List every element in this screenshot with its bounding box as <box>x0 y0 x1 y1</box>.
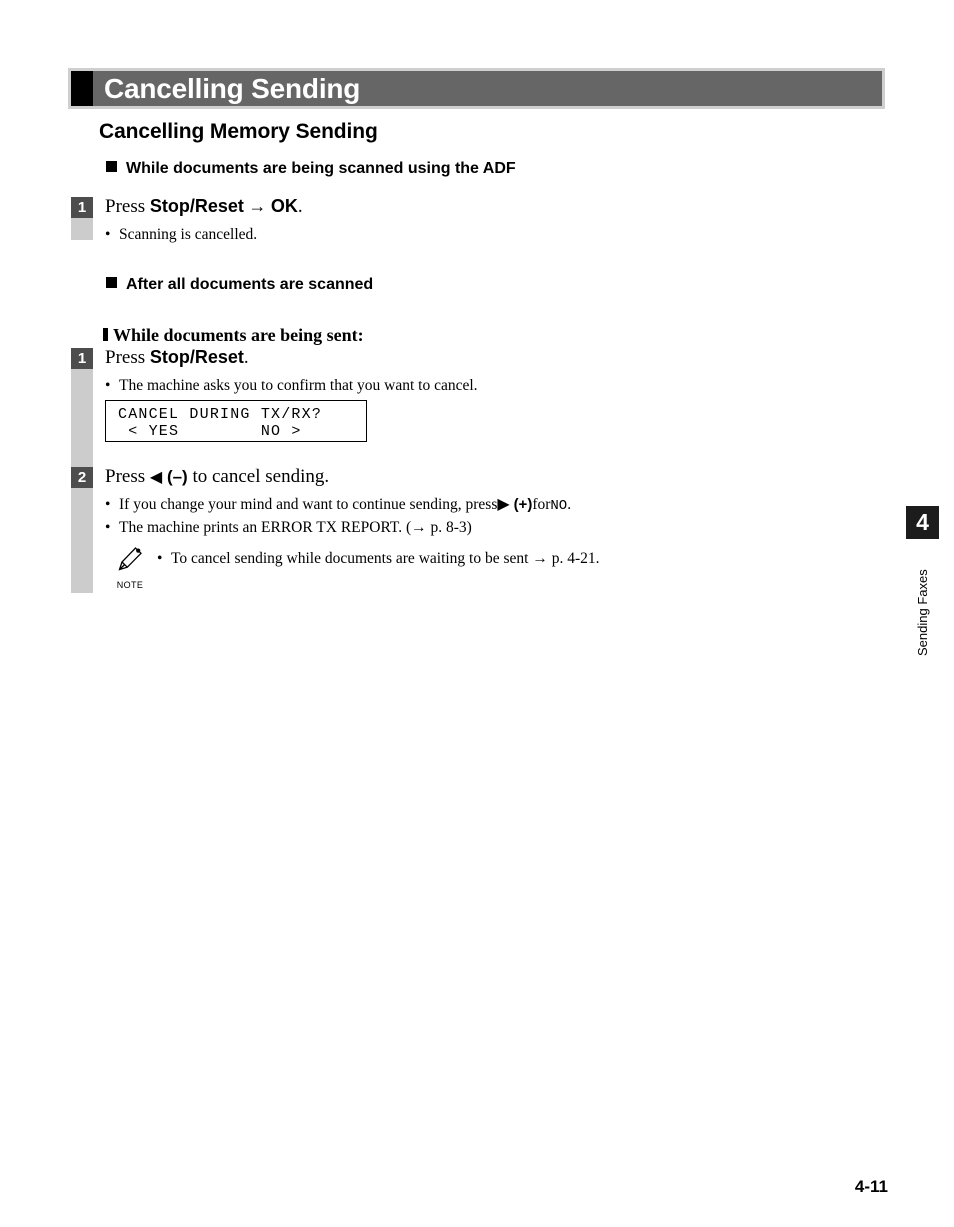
step-1b-bullet-1-text: The machine asks you to confirm that you… <box>119 377 478 394</box>
step-1-suffix: . <box>297 196 303 217</box>
chapter-tab-label: Sending Faxes <box>915 569 930 657</box>
step-1b-instruction: Press Stop/Reset. <box>105 347 249 369</box>
note-text-line: • To cancel sending while documents are … <box>157 550 600 568</box>
step-2-bullet-2-text: The machine prints an ERROR TX REPORT. (… <box>119 519 472 536</box>
step-number-1: 1 <box>71 197 93 218</box>
square-bullet-icon <box>106 161 117 172</box>
bullet-dot-icon: • <box>157 550 163 567</box>
step-2-bullet-1: • If you change your mind and want to co… <box>105 496 571 514</box>
square-bullet-icon <box>106 277 117 288</box>
step-2-bullet-1-part1: If you change your mind and want to cont… <box>119 496 498 513</box>
step-1-prefix: Press <box>105 196 150 217</box>
step-2-suffix: to cancel sending. <box>187 466 330 487</box>
banner-accent-square <box>71 71 93 106</box>
bullet-dot-icon: • <box>105 496 111 513</box>
note-icon-block: NOTE <box>110 544 150 590</box>
subheading-being-sent-label: While documents are being sent: <box>113 325 364 345</box>
page-title: Cancelling Sending <box>104 72 361 104</box>
lcd-option-no: NO <box>550 498 568 514</box>
step-1b-suffix: . <box>243 347 249 368</box>
plus-sign-label: (+) <box>513 496 533 513</box>
step-1-bullet-1: • Scanning is cancelled. <box>105 226 257 244</box>
subheading-adf: While documents are being scanned using … <box>106 160 516 178</box>
subheading-adf-label: While documents are being scanned using … <box>126 160 516 177</box>
bullet-dot-icon: • <box>105 226 111 243</box>
chapter-banner: Cancelling Sending <box>68 68 885 109</box>
step-2-instruction: Press ◀ (–) to cancel sending. <box>105 466 329 488</box>
step-1b-bullet-1: • The machine asks you to confirm that y… <box>105 377 478 395</box>
subheading-being-sent: While documents are being sent: <box>103 325 364 346</box>
step-number-2: 2 <box>71 467 93 488</box>
lcd-line-1: CANCEL DURING TX/RX? <box>118 406 323 423</box>
subheading-after-scanned: After all documents are scanned <box>106 276 373 294</box>
step-2-bullet-1-part2: for <box>532 496 551 513</box>
step-1b-prefix: Press <box>105 347 150 368</box>
bar-bullet-icon <box>103 328 108 341</box>
page-number: 4-11 <box>854 1177 888 1196</box>
step-2-bullet-2: • The machine prints an ERROR TX REPORT.… <box>105 519 472 537</box>
lcd-display: CANCEL DURING TX/RX? < YES NO > <box>105 400 367 442</box>
chapter-tab-number: 4 <box>906 506 939 539</box>
step-1-bullet-1-text: Scanning is cancelled. <box>119 226 258 243</box>
step-2-bullet-1-part3: . <box>567 496 572 513</box>
key-ok: OK <box>270 196 298 216</box>
key-stop-reset: Stop/Reset <box>149 347 244 367</box>
banner-body: Cancelling Sending <box>93 71 882 106</box>
left-arrow-key-icon: ◀ <box>149 469 163 486</box>
key-stop-reset: Stop/Reset <box>149 196 244 216</box>
right-arrow-key-icon: ▶ <box>497 496 510 513</box>
minus-sign-label: (–) <box>166 467 188 486</box>
section-heading: Cancelling Memory Sending <box>99 120 378 143</box>
step-1-arrow: → <box>243 196 271 216</box>
pencil-icon <box>118 547 142 571</box>
bullet-dot-icon: • <box>105 519 111 536</box>
note-text: To cancel sending while documents are wa… <box>171 550 600 567</box>
bullet-dot-icon: • <box>105 377 111 394</box>
step-number-1b: 1 <box>71 348 93 369</box>
step-1-instruction: Press Stop/Reset → OK. <box>105 196 303 218</box>
step-2-prefix: Press <box>105 466 150 487</box>
subheading-after-scanned-label: After all documents are scanned <box>126 276 374 293</box>
lcd-line-2: < YES NO > <box>118 423 302 440</box>
note-label: NOTE <box>116 580 144 590</box>
